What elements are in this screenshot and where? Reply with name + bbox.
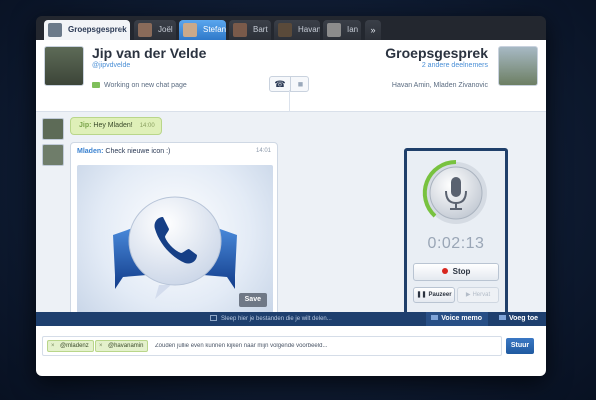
tab-label: Bart	[253, 25, 268, 34]
microphone-icon[interactable]	[407, 155, 505, 235]
stop-button[interactable]: Stop	[413, 263, 499, 281]
group-members: Havan Amin, Mladen Zivanovic	[391, 82, 488, 89]
stop-label: Stop	[452, 267, 471, 276]
tab-label: Stefan	[203, 25, 226, 34]
tab-avatar	[233, 23, 247, 37]
message-text: Check nieuwe icon :)	[105, 148, 171, 155]
compose-area: × @mladenz × @havanamin Stuur	[36, 326, 546, 376]
attachment-image[interactable]: Save	[77, 165, 273, 313]
tab-avatar	[48, 23, 62, 37]
chat-window: Groepsgesprek × Joël Stefan Bart Havan I…	[36, 16, 546, 376]
send-button[interactable]: Stuur	[506, 338, 534, 354]
group-avatar[interactable]	[498, 46, 538, 86]
group-title: Groepsgesprek	[385, 45, 488, 61]
tab-havan[interactable]: Havan	[274, 20, 320, 40]
record-dot-icon	[441, 268, 448, 274]
phone-icon[interactable]: ☎	[270, 77, 290, 91]
add-label: Voeg toe	[508, 315, 538, 322]
message-time: 14:00	[139, 123, 155, 129]
tab-groepsgesprek[interactable]: Groepsgesprek ×	[44, 20, 130, 40]
voice-memo-panel: 0:02:13 Stop ❚❚ Pauzeer ▶ Hervat	[404, 148, 508, 324]
tab-bar: Groepsgesprek × Joël Stefan Bart Havan I…	[36, 16, 546, 40]
message-text: Hey Mladen!	[93, 122, 133, 129]
tab-label: Ian	[347, 25, 359, 34]
tab-ian[interactable]: Ian	[323, 20, 361, 40]
tab-label: Groepsgesprek	[68, 25, 127, 34]
message-time: 14:01	[255, 148, 271, 154]
message-header: Mladen: Check nieuwe icon :)	[77, 148, 170, 155]
pause-button[interactable]: ❚❚ Pauzeer	[413, 287, 455, 303]
add-icon	[498, 315, 506, 320]
remove-tag-icon[interactable]: ×	[51, 341, 55, 351]
remove-tag-icon[interactable]: ×	[99, 341, 103, 351]
message-bubble: Jip: Hey Mladen! 14:00	[70, 117, 162, 135]
file-drop-bar[interactable]: Sleep hier je bestanden die je wilt dele…	[36, 312, 546, 326]
voice-memo-button[interactable]: Voice memo	[426, 312, 488, 326]
header-divider	[289, 90, 290, 112]
voice-memo-label: Voice memo	[441, 315, 482, 322]
pause-icon: ❚❚	[416, 292, 427, 298]
pause-label: Pauzeer	[428, 292, 452, 298]
contact-avatar[interactable]	[44, 46, 84, 86]
file-icon	[210, 315, 217, 321]
contact-status: Working on new chat page	[92, 82, 187, 89]
save-button[interactable]: Save	[238, 293, 267, 307]
drop-hint-text: Sleep hier je bestanden die je wilt dele…	[221, 316, 332, 322]
message-avatar	[42, 144, 64, 166]
tab-avatar	[138, 23, 152, 37]
tab-joel[interactable]: Joël	[134, 20, 176, 40]
status-icon	[92, 82, 100, 89]
message-sender: Mladen:	[77, 148, 104, 155]
status-text: Working on new chat page	[104, 82, 187, 89]
phone-bubble-icon	[113, 196, 237, 299]
group-participants-link[interactable]: 2 andere deelnemers	[422, 62, 488, 69]
contact-handle[interactable]: @jipvdvelde	[92, 62, 130, 69]
message-card: Mladen: Check nieuwe icon :) 14:01 Save	[70, 142, 278, 318]
tab-close-icon[interactable]: ×	[119, 20, 124, 40]
play-icon: ▶	[465, 292, 471, 298]
message-input[interactable]	[155, 340, 455, 352]
resume-label: Hervat	[472, 292, 491, 298]
message-input-box[interactable]: × @mladenz × @havanamin	[42, 336, 502, 356]
video-icon[interactable]: ■	[290, 77, 310, 91]
more-tabs-button[interactable]: »	[365, 20, 381, 40]
recording-timer: 0:02:13	[427, 235, 485, 252]
recipient-tag: × @havanamin	[95, 340, 149, 352]
drop-hint: Sleep hier je bestanden die je wilt dele…	[210, 312, 332, 326]
tab-label: Joël	[158, 25, 173, 34]
tab-label: Havan	[298, 25, 320, 34]
tag-label: @havanamin	[108, 343, 144, 349]
conversation-header: Jip van der Velde @jipvdvelde Working on…	[36, 40, 546, 112]
voice-memo-icon	[431, 315, 439, 320]
tab-bart[interactable]: Bart	[229, 20, 271, 40]
tab-avatar	[327, 23, 341, 37]
tag-label: @mladenz	[60, 343, 89, 349]
tab-avatar	[183, 23, 197, 37]
resume-button[interactable]: ▶ Hervat	[457, 287, 499, 303]
add-button[interactable]: Voeg toe	[492, 312, 542, 326]
message-sender: Jip:	[79, 122, 92, 129]
tab-stefan[interactable]: Stefan	[179, 20, 226, 40]
contact-name: Jip van der Velde	[92, 45, 207, 61]
message-avatar	[42, 118, 64, 140]
tab-avatar	[278, 23, 292, 37]
recipient-tag: × @mladenz	[47, 340, 94, 352]
